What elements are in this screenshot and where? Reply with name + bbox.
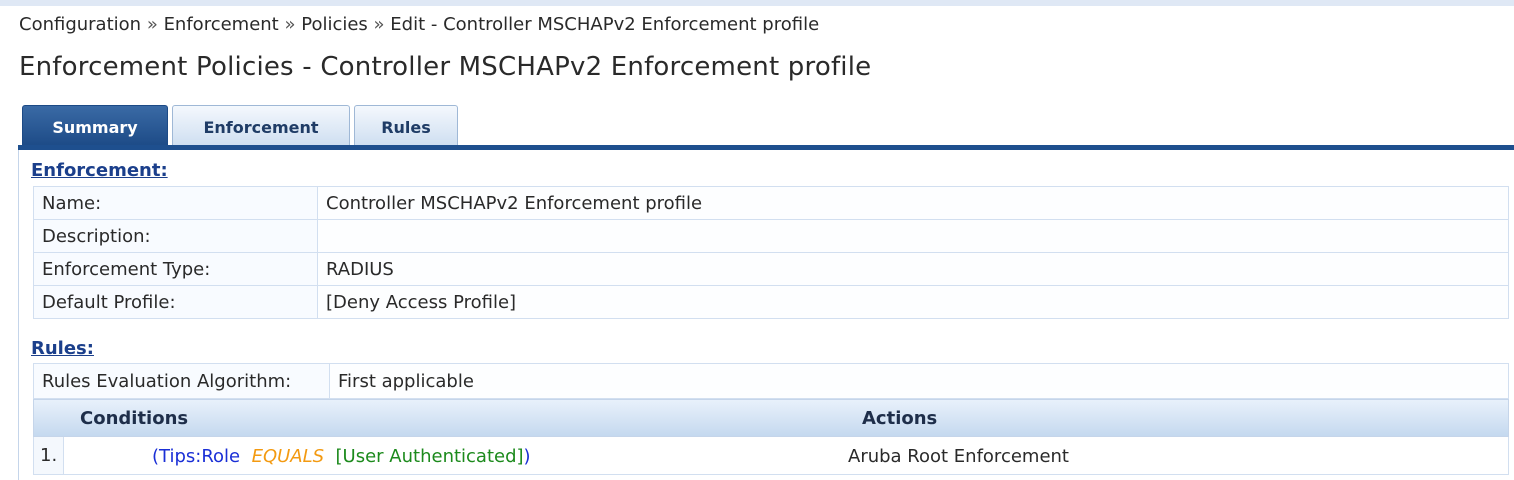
page-title: Enforcement Policies - Controller MSCHAP… <box>19 52 872 82</box>
rules-section-title[interactable]: Rules: <box>31 338 94 359</box>
breadcrumb-separator: » <box>284 14 296 35</box>
description-label: Description: <box>33 219 318 253</box>
breadcrumb-separator: » <box>146 14 158 35</box>
enforcement-section-title[interactable]: Enforcement: <box>31 160 168 181</box>
table-row: Default Profile: [Deny Access Profile] <box>33 285 1509 319</box>
actions-column-header: Actions <box>862 408 938 429</box>
rules-algorithm-value: First applicable <box>329 363 1509 399</box>
name-label: Name: <box>33 186 318 220</box>
table-row: Name: Controller MSCHAPv2 Enforcement pr… <box>33 186 1509 220</box>
condition-open-paren: ( <box>152 446 160 467</box>
rules-algorithm-table: Rules Evaluation Algorithm: First applic… <box>33 363 1509 399</box>
tab-summary[interactable]: Summary <box>22 105 168 147</box>
rule-action: Aruba Root Enforcement <box>848 446 1069 467</box>
name-value: Controller MSCHAPv2 Enforcement profile <box>317 186 1509 220</box>
description-value <box>317 219 1509 253</box>
enforcement-type-label: Enforcement Type: <box>33 252 318 286</box>
conditions-column-header: Conditions <box>80 408 189 429</box>
rules-algorithm-label: Rules Evaluation Algorithm: <box>33 363 330 399</box>
summary-panel: Enforcement: Name: Controller MSCHAPv2 E… <box>18 150 1514 480</box>
breadcrumb-enforcement[interactable]: Enforcement <box>164 14 279 35</box>
tab-enforcement[interactable]: Enforcement <box>172 105 350 145</box>
rules-table-header: Conditions Actions <box>33 399 1509 437</box>
rule-condition: (Tips:Role EQUALS [User Authenticated]) <box>152 446 531 467</box>
default-profile-value: [Deny Access Profile] <box>317 285 1509 319</box>
table-row[interactable]: 1. (Tips:Role EQUALS [User Authenticated… <box>33 437 1509 475</box>
breadcrumb-separator: » <box>373 14 385 35</box>
table-row: Enforcement Type: RADIUS <box>33 252 1509 286</box>
condition-close-paren: ) <box>523 446 531 467</box>
tab-rules[interactable]: Rules <box>354 105 458 145</box>
enforcement-type-value: RADIUS <box>317 252 1509 286</box>
default-profile-label: Default Profile: <box>33 285 318 319</box>
breadcrumb-configuration[interactable]: Configuration <box>19 14 141 35</box>
condition-attribute: Tips:Role <box>159 446 241 467</box>
top-strip <box>0 0 1514 6</box>
breadcrumb: Configuration » Enforcement » Policies »… <box>19 14 819 35</box>
condition-value: [User Authenticated] <box>335 446 524 467</box>
condition-operator: EQUALS <box>251 446 325 467</box>
breadcrumb-policies[interactable]: Policies <box>301 14 368 35</box>
rule-number: 1. <box>34 437 64 474</box>
enforcement-table: Name: Controller MSCHAPv2 Enforcement pr… <box>33 186 1509 319</box>
breadcrumb-current: Edit - Controller MSCHAPv2 Enforcement p… <box>390 14 820 35</box>
table-row: Rules Evaluation Algorithm: First applic… <box>33 363 1509 399</box>
table-row: Description: <box>33 219 1509 253</box>
